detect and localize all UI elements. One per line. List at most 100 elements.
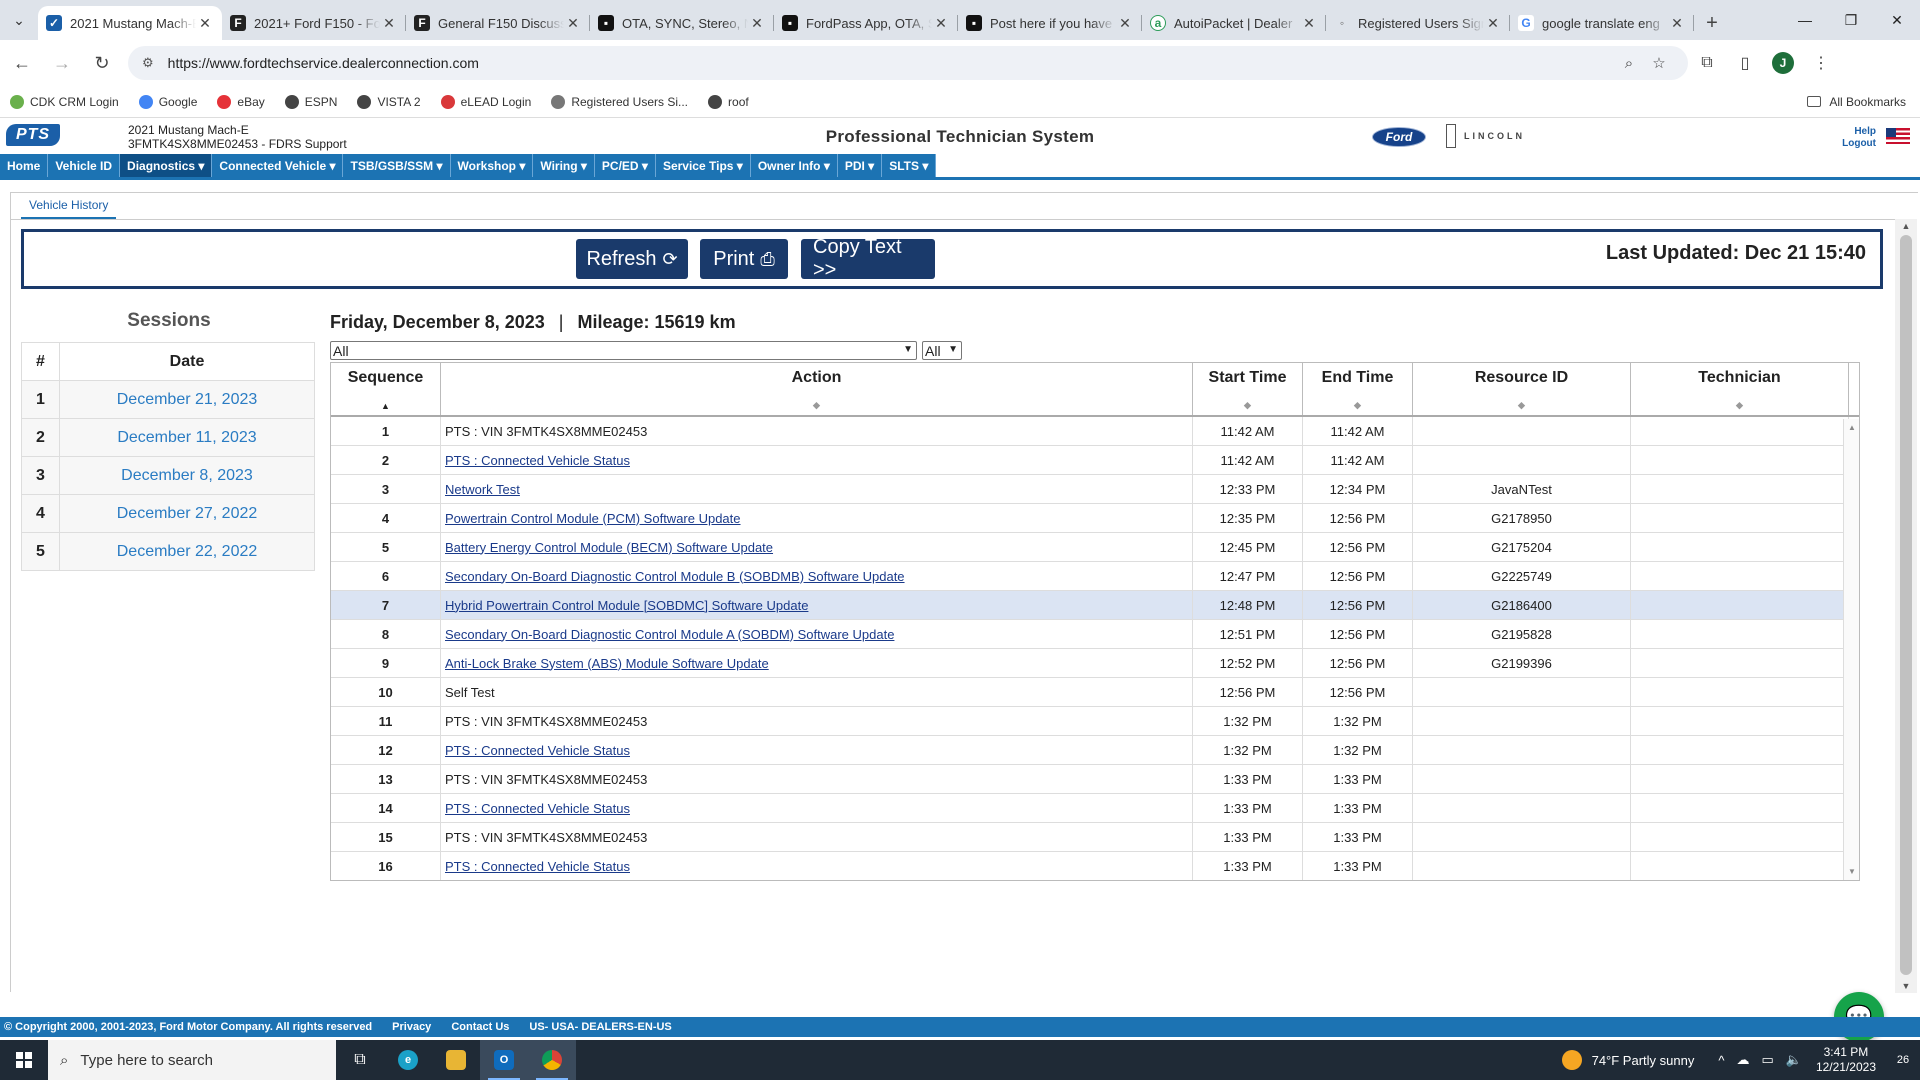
table-row[interactable]: 1 PTS : VIN 3FMTK4SX8MME02453 11:42 AM 11:4… [331,417,1859,446]
close-tab-icon[interactable]: ✕ [380,15,398,32]
col-action[interactable]: Action ◆ [441,363,1193,415]
table-row[interactable]: 14 PTS : Connected Vehicle Status 1:33 PM 1… [331,794,1859,823]
technician-filter-select[interactable]: All ▼ [922,341,962,360]
session-date-link[interactable]: December 27, 2022 [59,494,315,533]
back-arrow-icon[interactable]: ← [4,45,40,81]
table-row[interactable]: 8 Secondary On-Board Diagnostic Control M… [331,620,1859,649]
table-row[interactable]: 5 Battery Energy Control Module (BECM) So… [331,533,1859,562]
table-row[interactable]: 13 PTS : VIN 3FMTK4SX8MME02453 1:33 PM 1:33… [331,765,1859,794]
site-info-icon[interactable]: ⚙ [142,55,154,71]
session-date-link[interactable]: December 11, 2023 [59,418,315,457]
session-date-link[interactable]: December 8, 2023 [59,456,315,495]
notification-center-button[interactable]: 26 [1886,1054,1920,1066]
action-link[interactable]: PTS : Connected Vehicle Status [441,446,1193,474]
tab-search-chevron-icon[interactable]: ⌄ [0,0,38,40]
browser-tab[interactable]: ▪ OTA, SYNC, Stereo, Nav✕ [590,6,774,40]
action-link[interactable]: Secondary On-Board Diagnostic Control Mo… [441,562,1193,590]
menu-item[interactable]: Workshop ▾ [451,154,534,177]
session-row[interactable]: 1 December 21, 2023 [21,380,315,419]
browser-tab[interactable]: ◦ Registered Users Sign ✕ [1326,6,1510,40]
session-row[interactable]: 3 December 8, 2023 [21,456,315,495]
browser-tab[interactable]: ✓ 2021 Mustang Mach-E ✕ [38,6,222,40]
close-tab-icon[interactable]: ✕ [1484,15,1502,32]
taskbar-search-box[interactable]: ⌕ Type here to search [48,1040,336,1080]
menu-item[interactable]: Service Tips ▾ [656,154,751,177]
tray-chevron-icon[interactable]: ^ [1718,1053,1724,1068]
action-link[interactable]: PTS : Connected Vehicle Status [441,794,1193,822]
col-resource-id[interactable]: Resource ID ◆ [1413,363,1631,415]
table-row[interactable]: 2 PTS : Connected Vehicle Status 11:42 AM 1… [331,446,1859,475]
browser-menu-icon[interactable]: ⋮ [1802,46,1840,80]
menu-item[interactable]: PDI ▾ [838,154,883,177]
logout-link[interactable]: Logout [1830,138,1876,150]
action-link[interactable]: Secondary On-Board Diagnostic Control Mo… [441,620,1193,648]
browser-tab[interactable]: F 2021+ Ford F150 - Forum✕ [222,6,406,40]
session-row[interactable]: 4 December 27, 2022 [21,494,315,533]
session-row[interactable]: 2 December 11, 2023 [21,418,315,457]
zoom-icon[interactable]: ⌕ [1614,55,1644,72]
contact-link[interactable]: Contact Us [451,1021,509,1033]
action-link[interactable]: PTS : Connected Vehicle Status [441,852,1193,880]
new-tab-button[interactable]: + [1694,6,1730,40]
reload-icon[interactable]: ↻ [84,45,120,81]
copy-text-button[interactable]: Copy Text >> [801,236,935,281]
profile-button[interactable]: J [1764,46,1802,80]
scroll-down-icon[interactable]: ▼ [1895,981,1917,991]
scroll-down-icon[interactable]: ▼ [1844,867,1859,876]
table-row[interactable]: 6 Secondary On-Board Diagnostic Control M… [331,562,1859,591]
browser-tab[interactable]: F General F150 Discussion✕ [406,6,590,40]
browser-tab[interactable]: a AutoiPacket | Dealer ✕ [1142,6,1326,40]
menu-item[interactable]: SLTS ▾ [882,154,937,177]
table-row[interactable]: 15 PTS : VIN 3FMTK4SX8MME02453 1:33 PM 1:33… [331,823,1859,852]
forward-arrow-icon[interactable]: → [44,45,80,81]
bookmark-item[interactable]: roof [708,94,749,109]
action-link[interactable]: Anti-Lock Brake System (ABS) Module Soft… [441,649,1193,677]
extensions-icon[interactable]: ⧉ [1688,46,1726,80]
page-scrollbar[interactable]: ▲ ▼ [1895,219,1917,993]
bookmark-star-icon[interactable]: ☆ [1644,54,1674,72]
menu-item[interactable]: Connected Vehicle ▾ [212,154,344,177]
sort-icon[interactable]: ◆ [1303,400,1412,411]
action-link[interactable]: Powertrain Control Module (PCM) Software… [441,504,1193,532]
menu-item[interactable]: Home [0,154,49,177]
cloud-icon[interactable]: ☁ [1736,1052,1749,1068]
scroll-up-icon[interactable]: ▲ [1844,423,1859,432]
us-flag-icon[interactable] [1886,128,1910,144]
col-technician[interactable]: Technician ◆ [1631,363,1849,415]
browser-tab[interactable]: ▪ FordPass App, OTA, Sync✕ [774,6,958,40]
sort-icon[interactable]: ◆ [1413,400,1630,411]
menu-item[interactable]: Diagnostics ▾ [120,154,213,177]
menu-item[interactable]: Vehicle ID [48,154,121,177]
taskbar-clock[interactable]: 3:41 PM 12/21/2023 [1816,1045,1876,1075]
edge-app[interactable]: e [384,1040,432,1080]
table-row[interactable]: 9 Anti-Lock Brake System (ABS) Module Sof… [331,649,1859,678]
file-explorer-app[interactable] [432,1040,480,1080]
scroll-up-icon[interactable]: ▲ [1895,221,1917,231]
close-tab-icon[interactable]: ✕ [1116,15,1134,32]
col-sequence[interactable]: Sequence ▲ [331,363,441,415]
minimize-icon[interactable]: — [1782,0,1828,40]
session-row[interactable]: 5 December 22, 2022 [21,532,315,571]
browser-tab[interactable]: ▪ Post here if you have ✕ [958,6,1142,40]
table-row[interactable]: 16 PTS : Connected Vehicle Status 1:33 PM 1… [331,852,1859,880]
col-end-time[interactable]: End Time ◆ [1303,363,1413,415]
close-window-icon[interactable]: ✕ [1874,0,1920,40]
menu-item[interactable]: TSB/GSB/SSM ▾ [343,154,451,177]
chrome-app[interactable] [528,1040,576,1080]
col-start-time[interactable]: Start Time ◆ [1193,363,1303,415]
sort-icon[interactable]: ◆ [1193,400,1302,411]
close-tab-icon[interactable]: ✕ [1300,15,1318,32]
bookmark-item[interactable]: VISTA 2 [357,94,421,109]
sort-icon[interactable]: ◆ [441,400,1192,411]
table-row[interactable]: 4 Powertrain Control Module (PCM) Softwar… [331,504,1859,533]
session-date-link[interactable]: December 22, 2022 [59,532,315,571]
browser-tab[interactable]: Ggoogle translate eng ✕ [1510,6,1694,40]
print-button[interactable]: Print ⎙ [700,239,788,279]
action-filter-select[interactable]: All ▼ [330,341,917,360]
action-link[interactable]: Battery Energy Control Module (BECM) Sof… [441,533,1193,561]
side-panel-icon[interactable]: ▯ [1726,46,1764,80]
sort-ascending-icon[interactable]: ▲ [331,401,440,411]
scrollbar-thumb[interactable] [1900,235,1912,975]
weather-widget[interactable]: 74°F Partly sunny [1561,1050,1694,1070]
task-view-icon[interactable]: ⧉ [336,1040,384,1080]
